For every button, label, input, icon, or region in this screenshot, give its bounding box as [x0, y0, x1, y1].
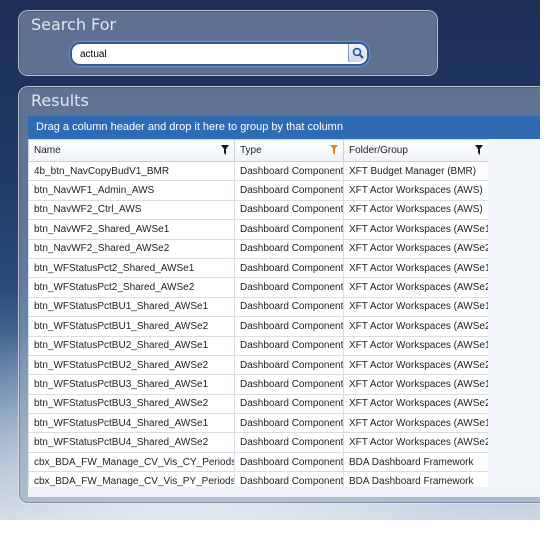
- table-row[interactable]: cbx_BDA_FW_Manage_CV_Vis_PY_Periods Dashb…: [28, 471, 488, 487]
- column-header-name[interactable]: Name: [28, 139, 235, 162]
- cell-folder-group[interactable]: XFT Actor Workspaces (AWSe1): [343, 335, 488, 356]
- table-row[interactable]: btn_NavWF1_Admin_AWS Dashboard Component X…: [28, 180, 488, 201]
- cell-name[interactable]: btn_WFStatusPctBU2_Shared_AWSe2: [28, 354, 235, 376]
- table-row[interactable]: btn_NavWF2_Shared_AWSe1 Dashboard Compone…: [28, 219, 488, 240]
- column-header-label: Name: [34, 145, 61, 156]
- cell-name[interactable]: cbx_BDA_FW_Manage_CV_Vis_PY_Periods: [28, 471, 235, 487]
- cell-name[interactable]: btn_WFStatusPctBU1_Shared_AWSe2: [28, 316, 235, 337]
- cell-folder-group[interactable]: XFT Actor Workspaces (AWSe2): [343, 354, 488, 376]
- column-header-label: Folder/Group: [349, 145, 408, 156]
- table-row[interactable]: btn_WFStatusPctBU3_Shared_AWSe2 Dashboard…: [28, 393, 488, 415]
- filter-icon[interactable]: [221, 145, 229, 155]
- cell-type[interactable]: Dashboard Component: [234, 219, 344, 240]
- cell-folder-group[interactable]: XFT Actor Workspaces (AWSe2): [343, 432, 488, 453]
- cell-folder-group[interactable]: XFT Actor Workspaces (AWSe1): [343, 374, 488, 395]
- cell-folder-group[interactable]: BDA Dashboard Framework: [343, 451, 488, 473]
- cell-type[interactable]: Dashboard Component: [234, 277, 344, 298]
- table-row[interactable]: btn_WFStatusPct2_Shared_AWSe1 Dashboard C…: [28, 257, 488, 279]
- search-field[interactable]: [70, 42, 369, 66]
- table-row[interactable]: btn_WFStatusPctBU2_Shared_AWSe1 Dashboard…: [28, 335, 488, 356]
- cell-name[interactable]: btn_WFStatusPctBU4_Shared_AWSe1: [28, 413, 235, 434]
- cell-name[interactable]: btn_WFStatusPct2_Shared_AWSe2: [28, 277, 235, 298]
- cell-folder-group[interactable]: XFT Actor Workspaces (AWS): [343, 180, 488, 201]
- table-row[interactable]: btn_WFStatusPctBU1_Shared_AWSe2 Dashboard…: [28, 316, 488, 337]
- search-button[interactable]: [348, 44, 367, 62]
- cell-type[interactable]: Dashboard Component: [234, 296, 344, 318]
- group-by-drop-area[interactable]: Drag a column header and drop it here to…: [28, 116, 540, 139]
- cell-folder-group[interactable]: XFT Actor Workspaces (AWSe2): [343, 393, 488, 415]
- table-row[interactable]: btn_NavWF2_Shared_AWSe2 Dashboard Compone…: [28, 238, 488, 259]
- cell-type[interactable]: Dashboard Component: [234, 180, 344, 201]
- cell-type[interactable]: Dashboard Component: [234, 432, 344, 453]
- cell-folder-group[interactable]: XFT Actor Workspaces (AWSe2): [343, 238, 488, 259]
- horizontal-scrollbar[interactable]: [28, 487, 540, 497]
- cell-name[interactable]: btn_NavWF2_Shared_AWSe2: [28, 238, 235, 259]
- cell-name[interactable]: btn_WFStatusPctBU2_Shared_AWSe1: [28, 335, 235, 356]
- table-row[interactable]: btn_WFStatusPctBU4_Shared_AWSe2 Dashboard…: [28, 432, 488, 453]
- table-row[interactable]: btn_WFStatusPctBU3_Shared_AWSe1 Dashboard…: [28, 374, 488, 395]
- cell-name[interactable]: 4b_btn_NavCopyBudV1_BMR: [28, 160, 235, 182]
- cell-folder-group[interactable]: XFT Actor Workspaces (AWSe1): [343, 413, 488, 434]
- cell-name[interactable]: btn_WFStatusPctBU4_Shared_AWSe2: [28, 432, 235, 453]
- cell-folder-group[interactable]: XFT Actor Workspaces (AWSe1): [343, 296, 488, 318]
- results-panel-title: Results: [31, 91, 89, 110]
- cell-folder-group[interactable]: XFT Budget Manager (BMR): [343, 160, 488, 182]
- table-row[interactable]: btn_WFStatusPctBU4_Shared_AWSe1 Dashboard…: [28, 413, 488, 434]
- cell-folder-group[interactable]: BDA Dashboard Framework: [343, 471, 488, 487]
- search-input[interactable]: [80, 46, 330, 62]
- cell-type[interactable]: Dashboard Component: [234, 451, 344, 473]
- cell-name[interactable]: btn_WFStatusPctBU3_Shared_AWSe1: [28, 374, 235, 395]
- cell-folder-group[interactable]: XFT Actor Workspaces (AWSe2): [343, 277, 488, 298]
- column-header-folder-group[interactable]: Folder/Group: [343, 139, 488, 162]
- table-row[interactable]: btn_WFStatusPctBU1_Shared_AWSe1 Dashboard…: [28, 296, 488, 318]
- cell-type[interactable]: Dashboard Component: [234, 316, 344, 337]
- filter-icon[interactable]: [475, 145, 483, 155]
- cell-type[interactable]: Dashboard Component: [234, 374, 344, 395]
- cell-folder-group[interactable]: XFT Actor Workspaces (AWS): [343, 199, 488, 221]
- cell-type[interactable]: Dashboard Component: [234, 393, 344, 415]
- grid-header-row: Name Type Folder/Group: [28, 139, 488, 162]
- table-row[interactable]: btn_WFStatusPctBU2_Shared_AWSe2 Dashboard…: [28, 354, 488, 376]
- filter-active-icon[interactable]: [330, 145, 338, 155]
- cell-type[interactable]: Dashboard Component: [234, 199, 344, 221]
- cell-folder-group[interactable]: XFT Actor Workspaces (AWSe2): [343, 316, 488, 337]
- cell-folder-group[interactable]: XFT Actor Workspaces (AWSe1): [343, 219, 488, 240]
- cell-type[interactable]: Dashboard Component: [234, 160, 344, 182]
- cell-folder-group[interactable]: XFT Actor Workspaces (AWSe1): [343, 257, 488, 279]
- cell-name[interactable]: btn_WFStatusPctBU3_Shared_AWSe2: [28, 393, 235, 415]
- results-grid: Name Type Folder/Group 4b_btn_NavCopyBud…: [28, 139, 488, 487]
- grid-empty-area: [488, 139, 540, 487]
- table-row[interactable]: cbx_BDA_FW_Manage_CV_Vis_CY_Periods_Act D…: [28, 451, 488, 473]
- cell-name[interactable]: btn_WFStatusPct2_Shared_AWSe1: [28, 257, 235, 279]
- cell-type[interactable]: Dashboard Component: [234, 238, 344, 259]
- table-row[interactable]: btn_NavWF2_Ctrl_AWS Dashboard Component XF…: [28, 199, 488, 221]
- table-row[interactable]: btn_WFStatusPct2_Shared_AWSe2 Dashboard C…: [28, 277, 488, 298]
- search-panel-title: Search For: [31, 15, 117, 34]
- column-header-type[interactable]: Type: [234, 139, 344, 162]
- cell-name[interactable]: btn_NavWF2_Shared_AWSe1: [28, 219, 235, 240]
- table-row[interactable]: 4b_btn_NavCopyBudV1_BMR Dashboard Compone…: [28, 160, 488, 182]
- column-header-label: Type: [240, 145, 262, 156]
- cell-type[interactable]: Dashboard Component: [234, 471, 344, 487]
- cell-type[interactable]: Dashboard Component: [234, 335, 344, 356]
- cell-name[interactable]: cbx_BDA_FW_Manage_CV_Vis_CY_Periods_Act: [28, 451, 235, 473]
- cell-name[interactable]: btn_NavWF1_Admin_AWS: [28, 180, 235, 201]
- cell-name[interactable]: btn_NavWF2_Ctrl_AWS: [28, 199, 235, 221]
- cell-type[interactable]: Dashboard Component: [234, 413, 344, 434]
- cell-name[interactable]: btn_WFStatusPctBU1_Shared_AWSe1: [28, 296, 235, 318]
- cell-type[interactable]: Dashboard Component: [234, 257, 344, 279]
- search-icon: [352, 47, 364, 59]
- app-window: Search For Results Drag a column header …: [0, 0, 540, 520]
- cell-type[interactable]: Dashboard Component: [234, 354, 344, 376]
